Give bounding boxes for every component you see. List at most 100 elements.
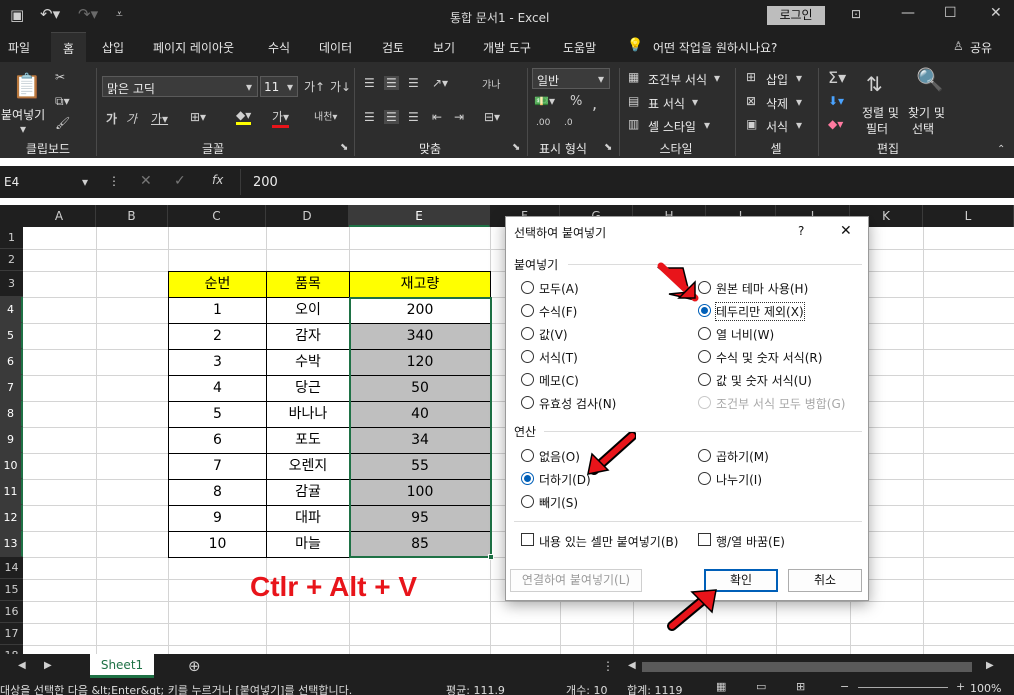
phonetic-icon[interactable]: 내천▾ [314,108,337,123]
row-header-3[interactable]: 3 [0,271,23,297]
op-subtract-radio[interactable] [521,495,534,508]
font-color-icon[interactable]: 가▾ [272,108,290,128]
sheet-tab-sheet1[interactable]: Sheet1 [90,654,154,678]
tab-view[interactable]: 보기 [433,39,455,56]
table-cell[interactable]: 55 [349,453,491,480]
format-as-table-button[interactable]: 표 서식 [648,95,685,112]
tab-insert[interactable]: 삽입 [102,39,124,56]
row-header-2[interactable]: 2 [0,249,23,271]
paste-formulas-label[interactable]: 수식(F) [539,303,577,320]
formula-input[interactable]: 200 [240,169,1014,195]
table-cell[interactable]: 마늘 [266,531,350,558]
table-cell[interactable]: 4 [168,375,267,402]
paste-comments-label[interactable]: 메모(C) [539,372,579,389]
column-header-b[interactable]: B [96,205,168,227]
paste-validation-radio[interactable] [521,396,534,409]
column-header-l[interactable]: L [923,205,1014,227]
dialog-launcher-icon[interactable]: ⬊ [512,142,520,153]
underline-icon[interactable]: 가▾ [151,110,168,127]
delete-button[interactable]: 삭제 [766,95,788,112]
insert-button[interactable]: 삽입 [766,71,788,88]
tab-formulas[interactable]: 수식 [268,39,290,56]
table-cell[interactable]: 50 [349,375,491,402]
row-header-10[interactable]: 10 [0,453,23,479]
paste-icon[interactable]: 📋 [12,72,42,100]
tab-help[interactable]: 도움말 [563,39,596,56]
copy-icon[interactable]: ⧉▾ [55,94,70,109]
row-header-17[interactable]: 17 [0,623,23,645]
paste-values-number-formats-label[interactable]: 값 및 숫자 서식(U) [716,372,812,389]
paste-column-widths-label[interactable]: 열 너비(W) [716,326,774,343]
wrap-text-icon[interactable]: 갸나 [482,76,500,91]
row-header-11[interactable]: 11 [0,479,23,505]
row-header-8[interactable]: 8 [0,401,23,427]
font-name-combo[interactable]: 맑은 고딕 ▾ [102,76,258,97]
paste-values-number-formats-radio[interactable] [698,373,711,386]
redo-icon[interactable]: ↷▾ [78,5,98,23]
select-all-corner[interactable] [0,205,23,227]
dialog-close-button[interactable]: ✕ [840,223,852,239]
paste-values-radio[interactable] [521,327,534,340]
paste-merge-conditional-label[interactable]: 조건부 서식 모두 병합(G) [716,395,845,412]
op-add-radio[interactable] [521,472,534,485]
undo-icon[interactable]: ↶▾ [40,5,60,23]
row-header-12[interactable]: 12 [0,505,23,531]
paste-column-widths-radio[interactable] [698,327,711,340]
paste-formulas-radio[interactable] [521,304,534,317]
align-left-icon[interactable]: ☰ [364,110,375,124]
paste-link-button[interactable]: 연결하여 붙여넣기(L) [510,569,642,592]
scroll-right-icon[interactable]: ▶ [44,660,52,671]
sort-filter-button[interactable]: 정렬 및 [862,104,899,121]
table-header-cell[interactable]: 품목 [266,271,350,298]
paste-formats-radio[interactable] [521,350,534,363]
align-right-icon[interactable]: ☰ [408,110,419,124]
bold-icon[interactable]: 가 [106,110,117,127]
table-cell[interactable]: 대파 [266,505,350,532]
table-header-cell[interactable]: 재고량 [349,271,491,298]
tab-data[interactable]: 데이터 [319,39,352,56]
dialog-launcher-icon[interactable]: ⬊ [340,142,348,153]
op-subtract-label[interactable]: 빼기(S) [539,494,578,511]
name-box[interactable]: E4 ▾ [0,169,96,195]
table-cell[interactable]: 2 [168,323,267,350]
login-button[interactable]: 로그인 [767,6,825,25]
increase-font-icon[interactable]: 가↑ [304,78,325,95]
paste-button-label[interactable]: 붙여넣기 [1,106,45,123]
customize-qat-icon[interactable]: ⩡ [116,7,123,22]
increase-decimal-icon[interactable]: .00 [536,118,550,128]
cancel-entry-icon[interactable]: ✕ [140,173,152,189]
op-add-label[interactable]: 더하기(D) [539,471,591,488]
table-cell[interactable]: 오이 [266,297,350,324]
table-cell[interactable]: 7 [168,453,267,480]
decrease-decimal-icon[interactable]: .0 [564,118,573,128]
conditional-format-button[interactable]: 조건부 서식 [648,71,707,88]
page-break-view-icon[interactable]: ⊞ [796,680,805,693]
accounting-format-icon[interactable]: 💵▾ [534,94,555,108]
table-cell[interactable]: 바나나 [266,401,350,428]
zoom-in-icon[interactable]: + [956,680,965,693]
cut-icon[interactable]: ✂ [55,70,65,84]
paste-values-label[interactable]: 값(V) [539,326,568,343]
row-header-9[interactable]: 9 [0,427,23,453]
table-cell[interactable]: 8 [168,479,267,506]
font-size-combo[interactable]: 11 ▾ [260,76,298,97]
tab-developer[interactable]: 개발 도구 [483,39,531,56]
paste-validation-label[interactable]: 유효성 검사(N) [539,395,616,412]
table-cell[interactable]: 85 [349,531,491,558]
row-header-14[interactable]: 14 [0,557,23,579]
cell-styles-button[interactable]: 셀 스타일 [648,118,696,135]
table-cell[interactable]: 34 [349,427,491,454]
insert-function-icon[interactable]: fx [212,173,223,187]
autosum-icon[interactable]: Σ▾ [828,68,846,87]
align-center-icon[interactable]: ☰ [384,110,399,124]
skip-blanks-label[interactable]: 내용 있는 셀만 붙여넣기(B) [539,533,678,550]
table-cell[interactable]: 오렌지 [266,453,350,480]
fill-handle[interactable] [488,554,494,560]
zoom-slider[interactable] [858,687,948,688]
comma-style-icon[interactable]: , [592,94,597,113]
confirm-entry-icon[interactable]: ✓ [174,173,186,189]
percent-icon[interactable]: % [570,94,582,109]
row-header-13[interactable]: 13 [0,531,23,557]
table-cell[interactable]: 5 [168,401,267,428]
transpose-label[interactable]: 행/열 바꿈(E) [716,533,785,550]
